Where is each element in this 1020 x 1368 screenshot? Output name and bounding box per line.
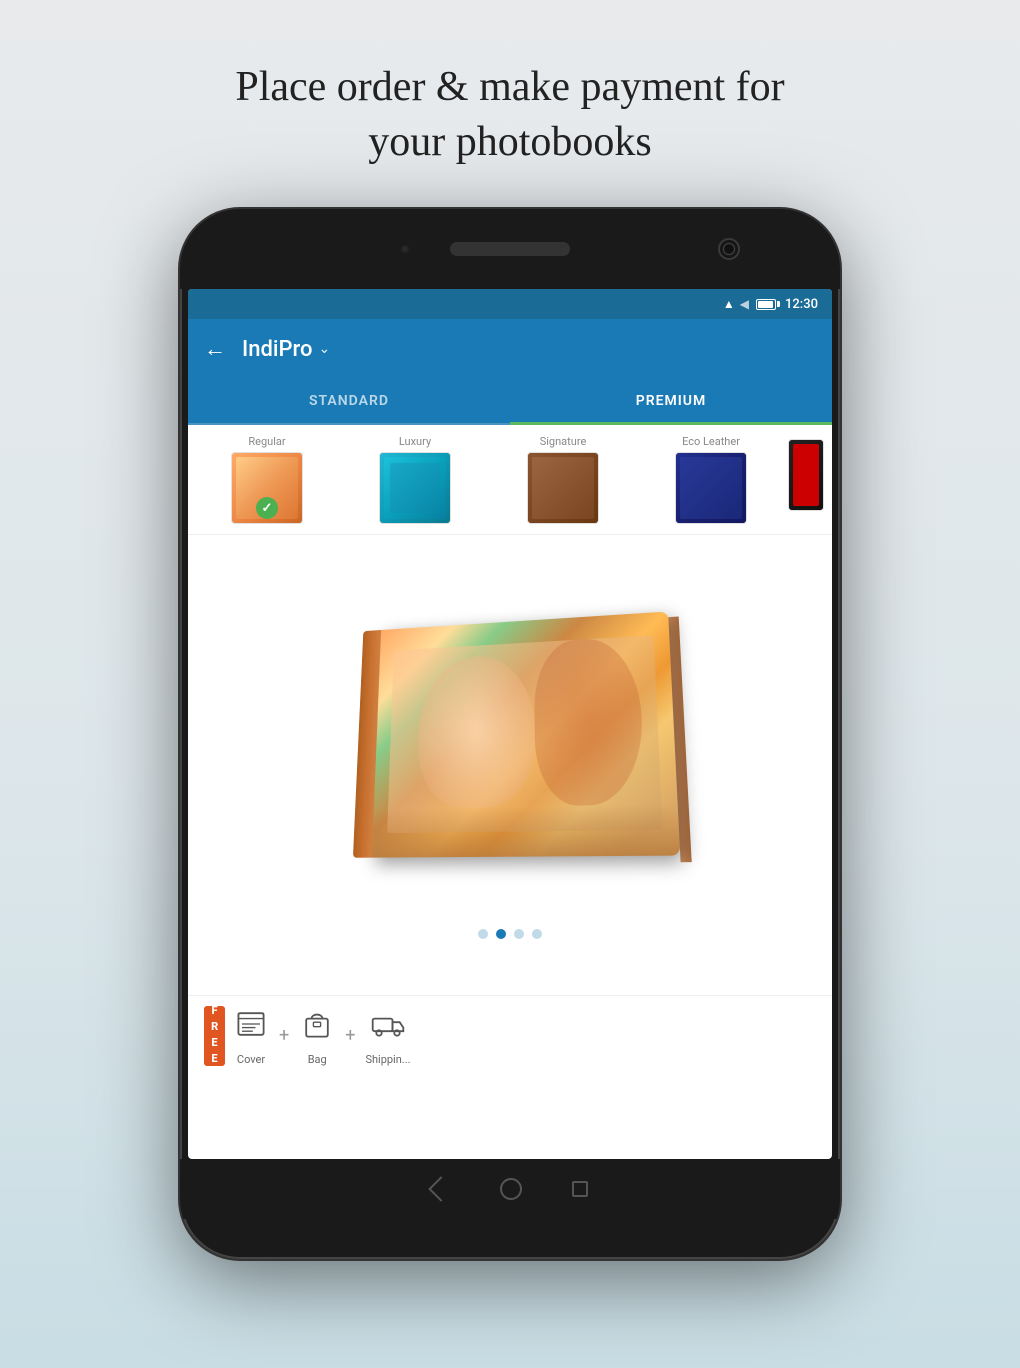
app-bar: ← IndiPro ⌄ <box>188 319 832 379</box>
phone-wrapper: ▲ ◀ 12:30 ← IndiPro ⌄ STANDARD <box>0 209 1020 1259</box>
screen: ▲ ◀ 12:30 ← IndiPro ⌄ STANDARD <box>188 289 832 1159</box>
cover-type-eco[interactable]: Eco Leather <box>640 435 782 524</box>
cover-type-luxury-label: Luxury <box>399 435 431 448</box>
dot-2[interactable] <box>496 929 506 939</box>
photobook <box>353 612 680 858</box>
checkmark-badge <box>256 497 278 519</box>
dropdown-arrow[interactable]: ⌄ <box>319 341 331 357</box>
cover-types-row: Regular Luxury <box>188 425 832 535</box>
signal-icon: ◀ <box>740 297 749 311</box>
wifi-icon: ▲ <box>723 297 735 311</box>
free-item-cover: Cover <box>233 1006 269 1066</box>
pagination-dots <box>478 929 542 939</box>
nav-home[interactable] <box>500 1178 522 1200</box>
nav-back[interactable] <box>428 1176 453 1201</box>
plus-1: + <box>279 1025 289 1046</box>
free-item-bag: Bag <box>299 1006 335 1066</box>
cover-type-signature-img <box>527 452 599 524</box>
phone: ▲ ◀ 12:30 ← IndiPro ⌄ STANDARD <box>180 209 840 1259</box>
cover-type-luxury-img <box>379 452 451 524</box>
tab-standard[interactable]: STANDARD <box>188 379 510 423</box>
app-title-text: IndiPro <box>242 337 313 362</box>
bag-label: Bag <box>308 1053 327 1066</box>
speaker <box>450 242 570 256</box>
battery-icon <box>756 299 776 310</box>
dot-1[interactable] <box>478 929 488 939</box>
cover-icon <box>233 1006 269 1049</box>
cover-label: Cover <box>237 1053 265 1066</box>
status-bar: ▲ ◀ 12:30 <box>188 289 832 319</box>
headline-line1: Place order & make payment for <box>235 64 784 110</box>
status-icons: ▲ ◀ 12:30 <box>723 297 818 312</box>
cover-type-fifth[interactable] <box>788 435 824 524</box>
shipping-icon <box>370 1006 406 1049</box>
plus-2: + <box>345 1025 355 1046</box>
free-item-shipping: Shippin... <box>365 1006 410 1066</box>
phone-top <box>180 209 840 289</box>
dot-4[interactable] <box>532 929 542 939</box>
time-display: 12:30 <box>785 297 818 312</box>
camera <box>718 238 740 260</box>
phone-bottom <box>180 1159 840 1219</box>
nav-recent[interactable] <box>572 1181 588 1197</box>
app-title: IndiPro ⌄ <box>242 337 330 362</box>
shipping-label: Shippin... <box>365 1053 410 1066</box>
cover-type-luxury[interactable]: Luxury <box>344 435 486 524</box>
photobook-display <box>198 555 822 915</box>
bottom-banner: FREE Cover + <box>188 995 832 1075</box>
cover-type-eco-img <box>675 452 747 524</box>
cover-type-eco-label: Eco Leather <box>682 435 740 448</box>
tabs-container: STANDARD PREMIUM <box>188 379 832 425</box>
free-badge-text: FREE <box>208 1004 221 1068</box>
cover-type-regular-label: Regular <box>248 435 285 448</box>
bag-icon <box>299 1006 335 1049</box>
tab-premium[interactable]: PREMIUM <box>510 379 832 423</box>
free-badge: FREE <box>204 1006 225 1066</box>
dot-3[interactable] <box>514 929 524 939</box>
cover-type-signature-label: Signature <box>540 435 587 448</box>
cover-type-regular[interactable]: Regular <box>196 435 338 524</box>
cover-type-signature[interactable]: Signature <box>492 435 634 524</box>
headline: Place order & make payment for your phot… <box>0 0 1020 169</box>
back-button[interactable]: ← <box>204 336 226 362</box>
headline-line2: your photobooks <box>368 119 652 165</box>
cover-type-regular-img <box>231 452 303 524</box>
photobook-display-area <box>188 535 832 995</box>
